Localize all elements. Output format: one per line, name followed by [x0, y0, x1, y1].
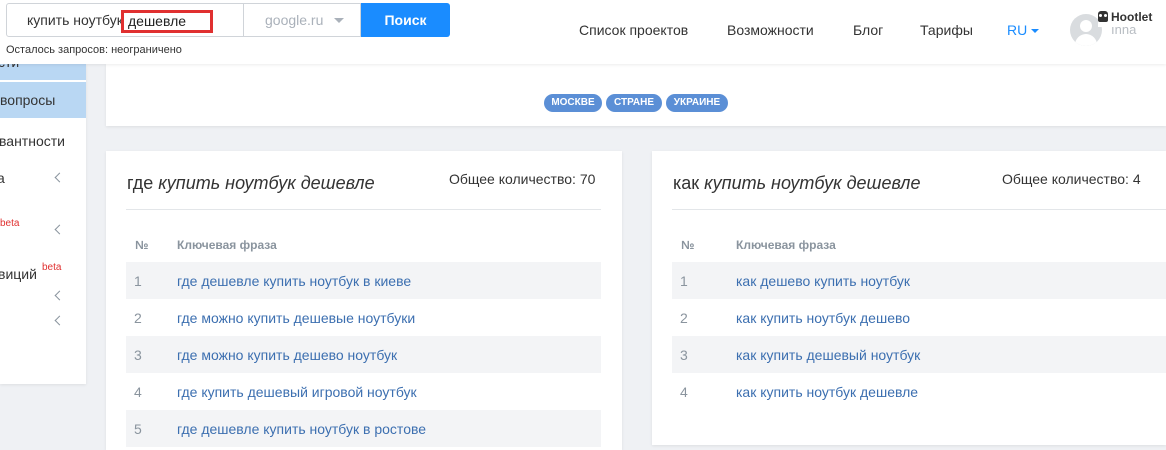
search-engine-select[interactable]: google.ru	[244, 3, 361, 37]
keyword-link[interactable]: как купить ноутбук дешевле	[736, 384, 918, 400]
keyword-link[interactable]: как купить ноутбук дешево	[736, 310, 910, 326]
search-button[interactable]: Поиск	[361, 3, 450, 37]
keyword-panel-how: как купить ноутбук дешевле Общее количес…	[652, 151, 1166, 445]
panel-title: как купить ноутбук дешевле	[673, 173, 921, 193]
col-header-phrase: Ключевая фраза	[736, 238, 836, 252]
chevron-left-icon	[54, 224, 65, 235]
divider	[672, 209, 1166, 210]
table-row: 2 где можно купить дешевые ноутбуки	[134, 310, 416, 326]
highlight-annotation: дешевле	[121, 10, 213, 33]
sidebar-item-positions[interactable]: виций beta	[0, 258, 86, 288]
remaining-requests: Осталось запросов: неограничено	[6, 44, 182, 56]
panel-title: где купить ноутбук дешевле	[127, 173, 375, 193]
table-row: 1 где дешевле купить ноутбук в киеве	[126, 262, 601, 299]
table-row: 3 как купить дешевый ноутбук	[672, 336, 1166, 373]
nav-features[interactable]: Возможности	[727, 22, 814, 38]
nav-projects[interactable]: Список проектов	[579, 22, 688, 38]
sidebar: сти вопросы вантности а beta виций beta	[0, 60, 86, 384]
region-pill-moscow[interactable]: МОСКВЕ	[544, 94, 602, 112]
sidebar-item-label: виций	[0, 266, 37, 282]
beta-badge: beta	[0, 218, 20, 229]
sidebar-item-label: а	[0, 170, 5, 186]
col-header-number: №	[681, 238, 695, 252]
sidebar-item-label: вопросы	[0, 92, 56, 108]
sidebar-item-5[interactable]: beta	[0, 210, 86, 246]
chevron-down-icon	[1031, 29, 1040, 34]
table-row: 4 как купить ноутбук дешевле	[680, 384, 919, 400]
chevron-left-icon	[54, 315, 65, 326]
top-bar: дешевле google.ru Поиск Осталось запросо…	[0, 0, 1166, 64]
search-engine-value: google.ru	[265, 12, 324, 28]
keyword-link[interactable]: где можно купить дешево ноутбук	[177, 347, 397, 363]
keyword-link[interactable]: где дешевле купить ноутбук в ростове	[177, 421, 426, 437]
keyword-link[interactable]: как дешево купить ноутбук	[736, 273, 910, 289]
language-select[interactable]: RU	[1007, 22, 1040, 38]
chevron-left-icon	[54, 172, 65, 183]
hootlet-extension[interactable]: Hootlet	[1098, 8, 1162, 27]
keyword-link[interactable]: где дешевле купить ноутбук в киеве	[177, 273, 411, 289]
sidebar-item-7[interactable]	[0, 286, 86, 306]
keyword-link[interactable]: где можно купить дешевые ноутбуки	[177, 310, 415, 326]
col-header-number: №	[135, 238, 149, 252]
chevron-down-icon	[334, 18, 344, 23]
panel-total-count: Общее количество: 70	[449, 171, 596, 187]
owl-icon	[1098, 11, 1108, 22]
panel-total-count: Общее количество: 4	[1002, 171, 1141, 187]
sidebar-item-label: вантности	[0, 133, 65, 149]
chevron-left-icon	[54, 290, 65, 301]
regions-card: МОСКВЕ СТРАНЕ УКРАИНЕ	[106, 64, 1166, 126]
table-row: 5 где дешевле купить ноутбук в ростове	[126, 410, 601, 447]
beta-badge: beta	[42, 262, 62, 273]
keyword-link[interactable]: где купить дешевый игровой ноутбук	[177, 384, 417, 400]
table-row: 4 где купить дешевый игровой ноутбук	[134, 384, 417, 400]
nav-pricing[interactable]: Тарифы	[920, 22, 973, 38]
nav-blog[interactable]: Блог	[853, 22, 883, 38]
sidebar-item-questions[interactable]: вопросы	[0, 82, 86, 118]
divider	[126, 209, 601, 210]
table-row: 3 где можно купить дешево ноутбук	[126, 336, 601, 373]
col-header-phrase: Ключевая фраза	[177, 238, 277, 252]
keyword-panel-where: где купить ноутбук дешевле Общее количес…	[106, 151, 622, 450]
region-pill-ukraine[interactable]: УКРАИНЕ	[666, 94, 728, 112]
table-row: 1 как дешево купить ноутбук	[672, 262, 1166, 299]
sidebar-item-relevance[interactable]: вантности	[0, 124, 86, 156]
table-row: 2 как купить ноутбук дешево	[680, 310, 911, 326]
highlighted-word: дешевле	[128, 13, 187, 29]
region-pill-country[interactable]: СТРАНЕ	[606, 94, 662, 112]
sidebar-item-4[interactable]: а	[0, 162, 86, 194]
keyword-link[interactable]: как купить дешевый ноутбук	[736, 347, 920, 363]
sidebar-item-8[interactable]	[0, 312, 86, 332]
